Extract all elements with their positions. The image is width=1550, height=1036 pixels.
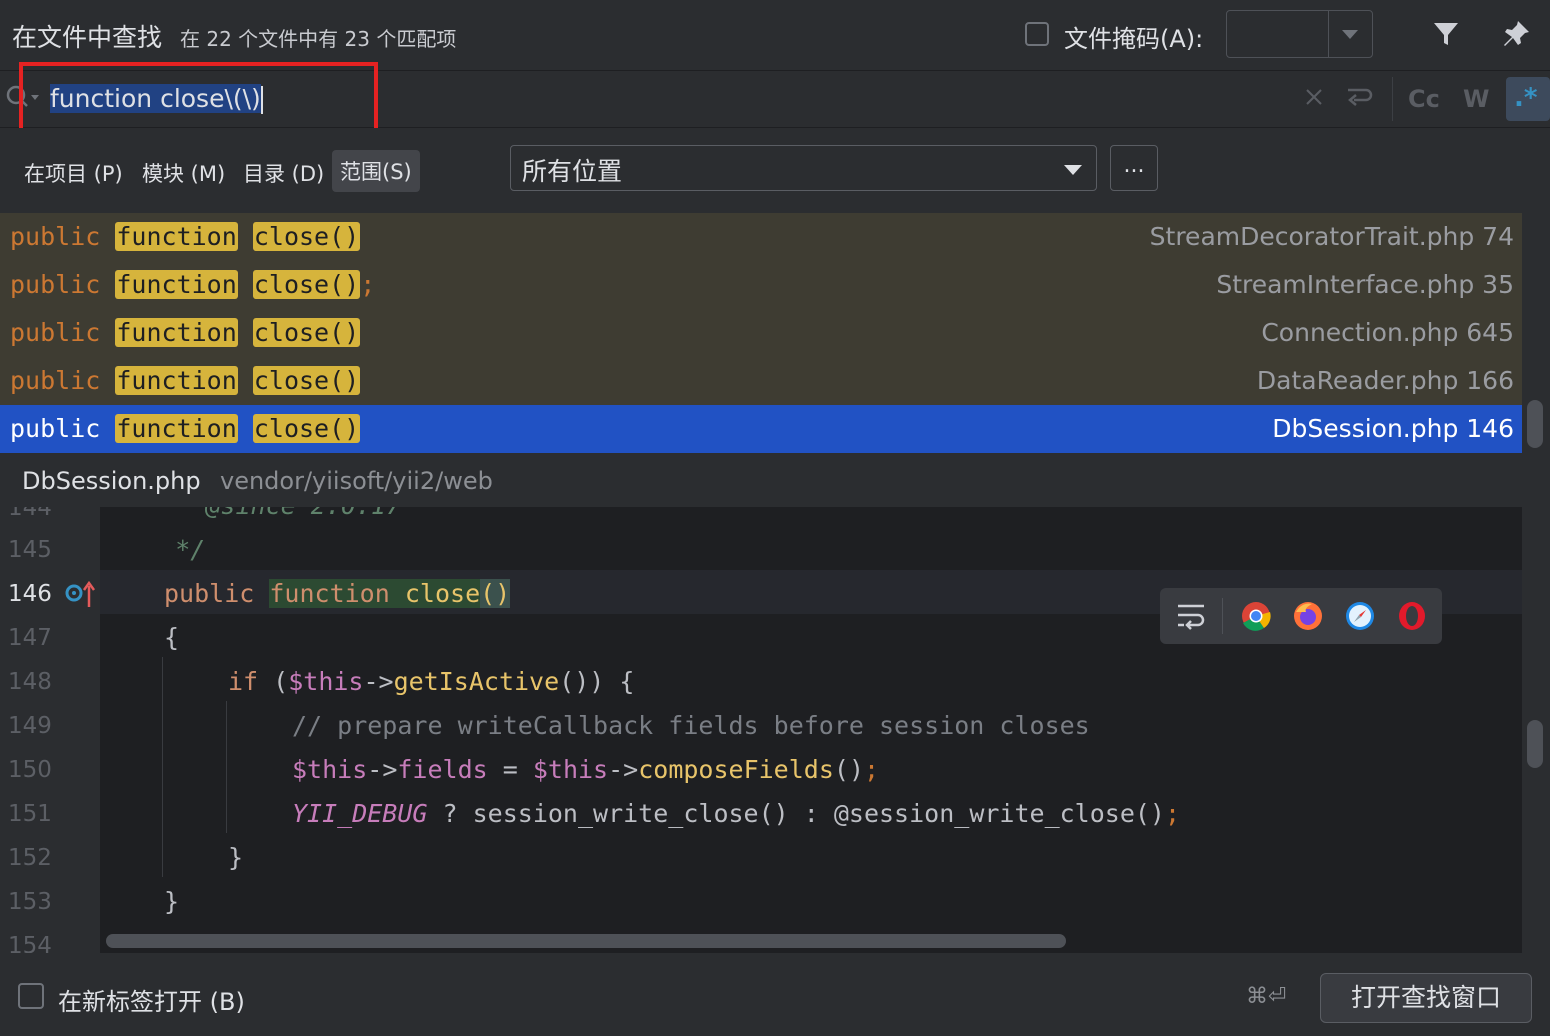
regex-label: .* bbox=[1514, 83, 1538, 113]
regex-toggle[interactable]: .* bbox=[1506, 77, 1550, 121]
result-code: public function close() bbox=[10, 414, 361, 443]
code-line: */ bbox=[100, 535, 206, 564]
match-highlight: close() bbox=[252, 318, 361, 347]
code-line: if ($this->getIsActive()) { bbox=[228, 667, 635, 696]
result-location: DataReader.php 166 bbox=[1256, 366, 1514, 395]
vertical-scrollbar[interactable] bbox=[1527, 720, 1543, 768]
horizontal-scrollbar[interactable] bbox=[106, 934, 1066, 948]
line-number: 148 bbox=[8, 669, 52, 695]
result-row-selected[interactable]: public function close() DbSession.php 14… bbox=[0, 405, 1522, 453]
code-line: * @since 2.0.17 bbox=[100, 507, 401, 520]
match-highlight: close() bbox=[252, 414, 361, 443]
results-scrollbar[interactable] bbox=[1527, 400, 1543, 448]
match-highlight: close() bbox=[252, 270, 361, 299]
words-toggle[interactable]: W bbox=[1463, 85, 1489, 113]
firefox-icon[interactable] bbox=[1292, 600, 1324, 632]
chevron-down-icon[interactable] bbox=[1342, 30, 1358, 39]
open-find-window-button[interactable]: 打开查找窗口 bbox=[1320, 973, 1532, 1023]
line-number: 144 bbox=[8, 507, 52, 521]
line-number: 149 bbox=[8, 713, 52, 739]
pin-icon[interactable] bbox=[1500, 18, 1532, 50]
open-in-new-tab-checkbox[interactable] bbox=[18, 983, 44, 1009]
match-highlight: close() bbox=[252, 366, 361, 395]
chrome-icon[interactable] bbox=[1240, 600, 1272, 632]
line-number: 153 bbox=[8, 889, 52, 915]
line-number: 151 bbox=[8, 801, 52, 827]
scope-select-value: 所有位置 bbox=[522, 157, 623, 186]
line-number: 154 bbox=[8, 933, 52, 953]
browser-toolbar bbox=[1160, 588, 1442, 644]
result-location: StreamInterface.php 35 bbox=[1216, 270, 1514, 299]
code-line: } bbox=[164, 887, 180, 916]
match-highlight: function bbox=[115, 318, 238, 347]
soft-wrap-icon[interactable] bbox=[1174, 600, 1208, 632]
toolbar-separator bbox=[1392, 77, 1393, 121]
result-code: public function close() bbox=[10, 366, 361, 395]
match-highlight: function bbox=[115, 414, 238, 443]
code-line: { bbox=[164, 623, 180, 652]
indent-guide bbox=[162, 657, 163, 877]
indent-guide bbox=[226, 701, 227, 833]
chevron-down-icon bbox=[1064, 165, 1082, 175]
results-list: public function close() StreamDecoratorT… bbox=[0, 205, 1522, 453]
result-code: public function close() bbox=[10, 318, 361, 347]
safari-icon[interactable] bbox=[1344, 600, 1376, 632]
result-row[interactable]: public function close() DataReader.php 1… bbox=[0, 357, 1522, 405]
code-preview[interactable]: 144 145 146 147 148 149 150 151 152 153 … bbox=[0, 507, 1522, 953]
scope-row: 在项目 (P) 模块 (M) 目录 (D) 范围(S) 所有位置 ... bbox=[0, 128, 1550, 204]
result-location: StreamDecoratorTrait.php 74 bbox=[1149, 222, 1514, 251]
toolbar-separator bbox=[1222, 598, 1223, 634]
result-row[interactable]: public function close() Connection.php 6… bbox=[0, 309, 1522, 357]
code-line: // prepare writeCallback fields before s… bbox=[292, 711, 1090, 740]
tab-scope[interactable]: 范围(S) bbox=[332, 150, 420, 192]
file-mask-combo[interactable] bbox=[1226, 10, 1373, 58]
tab-in-project[interactable]: 在项目 (P) bbox=[24, 158, 123, 188]
match-highlight: function bbox=[115, 222, 238, 251]
annotation-highlight-box bbox=[19, 62, 378, 138]
result-row[interactable]: public function close(); StreamInterface… bbox=[0, 261, 1522, 309]
file-mask-label: 文件掩码(A): bbox=[1064, 25, 1204, 53]
open-in-new-tab-label: 在新标签打开 (B) bbox=[58, 988, 245, 1016]
scope-select[interactable]: 所有位置 bbox=[510, 145, 1097, 191]
code-line: YII_DEBUG ? session_write_close() : @ses… bbox=[292, 799, 1181, 828]
match-highlight: close() bbox=[252, 222, 361, 251]
code-line: } bbox=[228, 843, 244, 872]
opera-icon[interactable] bbox=[1396, 600, 1428, 632]
line-number: 150 bbox=[8, 757, 52, 783]
combo-separator bbox=[1328, 11, 1329, 57]
line-number: 146 bbox=[8, 581, 52, 607]
code-line: $this->fields = $this->composeFields(); bbox=[292, 755, 880, 784]
file-mask-checkbox[interactable] bbox=[1025, 22, 1049, 46]
match-highlight: function bbox=[115, 366, 238, 395]
code-line: public function close() bbox=[164, 579, 511, 608]
result-code: public function close(); bbox=[10, 270, 376, 299]
preview-path-bar: DbSession.php vendor/yiisoft/yii2/web bbox=[0, 453, 1550, 507]
clear-icon[interactable] bbox=[1303, 86, 1325, 108]
match-summary: 在 22 个文件中有 23 个匹配项 bbox=[180, 27, 457, 51]
match-case-toggle[interactable]: Cc bbox=[1408, 85, 1440, 113]
dialog-title: 在文件中查找 bbox=[12, 23, 163, 52]
tab-directory[interactable]: 目录 (D) bbox=[243, 158, 324, 188]
find-footer: 在新标签打开 (B) ⌘⏎ 打开查找窗口 bbox=[0, 953, 1550, 1036]
result-location: DbSession.php 146 bbox=[1272, 414, 1514, 443]
result-row[interactable]: public function close() StreamDecoratorT… bbox=[0, 213, 1522, 261]
shortcut-hint: ⌘⏎ bbox=[1246, 984, 1287, 1009]
match-highlight: function bbox=[115, 270, 238, 299]
result-location: Connection.php 645 bbox=[1261, 318, 1514, 347]
preview-file-name: DbSession.php bbox=[22, 467, 201, 495]
line-number: 147 bbox=[8, 625, 52, 651]
implements-icon[interactable] bbox=[64, 580, 98, 610]
scope-more-button[interactable]: ... bbox=[1110, 145, 1158, 191]
line-number: 152 bbox=[8, 845, 52, 871]
preview-file-path: vendor/yiisoft/yii2/web bbox=[220, 467, 493, 495]
filter-icon[interactable] bbox=[1430, 18, 1462, 50]
line-number: 145 bbox=[8, 537, 52, 563]
find-header: 在文件中查找 在 22 个文件中有 23 个匹配项 文件掩码(A): bbox=[0, 0, 1550, 71]
new-line-icon[interactable] bbox=[1344, 82, 1374, 112]
line-gutter: 144 145 146 147 148 149 150 151 152 153 … bbox=[0, 507, 100, 953]
result-code: public function close() bbox=[10, 222, 361, 251]
tab-module[interactable]: 模块 (M) bbox=[142, 158, 225, 188]
